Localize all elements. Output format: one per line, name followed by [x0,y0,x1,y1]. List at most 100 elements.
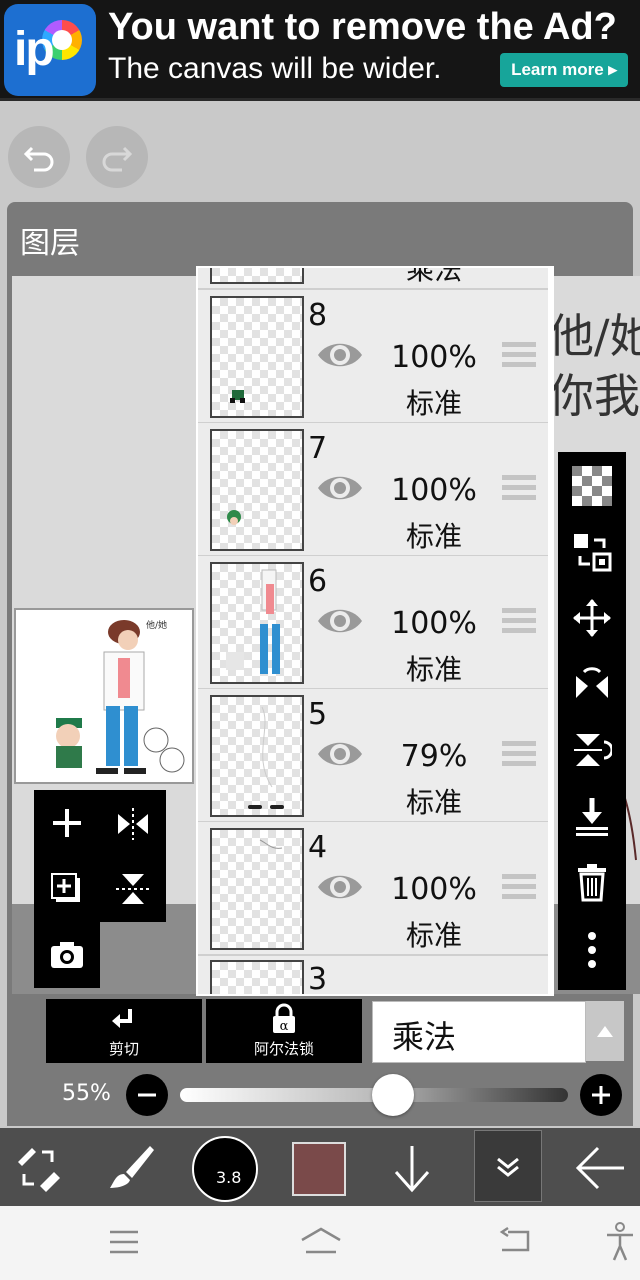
layer-thumbnail [210,828,304,950]
layer-row-partial-top[interactable]: 乘法 [198,268,548,290]
layer-row[interactable]: 8 100% 标准 [198,290,548,424]
layer-opacity: 100% [391,340,477,375]
alpha-lock-label: 阿尔法锁 [253,1040,314,1058]
flip-horizontal-button[interactable] [100,790,166,856]
merge-down-button[interactable] [558,782,626,848]
layer-row[interactable]: 6 100% 标准 [198,556,548,690]
layer-thumbnail [210,268,304,284]
pen-eraser-switch-icon [18,1148,60,1192]
eye-icon [318,742,362,766]
camera-button[interactable] [34,922,100,988]
lock-icon: α [273,1003,295,1034]
drag-handle[interactable] [502,342,536,372]
drag-handle[interactable] [502,874,536,904]
visibility-toggle[interactable] [316,870,364,908]
clipping-label: 剪切 [108,1040,139,1058]
layer-thumbnail [210,296,304,418]
layer-number: 3 [308,962,328,996]
blend-mode-dropdown-button[interactable] [586,1001,624,1061]
layer-row[interactable]: 4 100% 标准 [198,822,548,956]
layer-thumbnail [210,562,304,684]
blend-mode-value: 乘法 [392,1018,457,1056]
tool-switch-button[interactable] [12,1142,64,1198]
triangle-up-icon [597,1026,613,1037]
eye-icon [318,609,362,633]
ibispaint-logo-icon[interactable]: ip [4,4,96,96]
layer-opacity: 100% [391,473,477,508]
accessibility-icon [607,1222,633,1261]
menu-nav-button[interactable] [108,1228,140,1260]
layer-opacity: 79% [400,739,468,774]
layer-blend-mode: 标准 [405,520,462,553]
layer-thumbnail [210,960,304,994]
swap-layers-button[interactable] [558,518,626,584]
flip-horizontal-layer-button[interactable] [558,650,626,716]
undo-button[interactable] [8,126,70,188]
menu-icon [110,1230,138,1254]
eye-icon [318,875,362,899]
panel-title: 图层 [20,226,80,261]
return-icon [499,1226,530,1252]
alpha-lock-button[interactable]: α 阿尔法锁 [206,999,362,1063]
visibility-toggle[interactable] [316,737,364,775]
move-icon [573,599,611,637]
delete-layer-button[interactable] [558,848,626,914]
layer-thumbnail [210,429,304,551]
plus-icon [592,1086,610,1104]
layer-thumbnail-art [230,390,245,403]
accessibility-button[interactable] [604,1222,636,1266]
flip-vertical-layer-button[interactable] [558,716,626,782]
layer-down-button[interactable] [390,1142,434,1198]
eye-icon [318,343,362,367]
visibility-toggle[interactable] [316,471,364,509]
clipping-button[interactable]: 剪切 [46,999,202,1063]
add-layer-button[interactable] [34,790,100,856]
layer-row-partial-bottom[interactable]: 3 [198,954,548,996]
home-icon [301,1227,341,1254]
transparency-button[interactable] [558,452,626,518]
visibility-toggle[interactable] [316,338,364,376]
collapse-panel-button[interactable] [474,1130,542,1202]
brush-size-value: 3.8 [216,1168,242,1187]
svg-text:α: α [280,1019,289,1034]
opacity-decrease-button[interactable] [126,1074,168,1116]
checkerboard-icon [572,466,612,506]
flip-vertical-icon [574,734,612,766]
move-button[interactable] [558,584,626,650]
layer-opacity: 100% [391,606,477,641]
layer-list[interactable]: 乘法 3 8 100% 标准 7 100% 标准 6 100% 标准 5 79% 标准 4 100% 标准 [196,266,554,996]
canvas-thumbnail[interactable]: 他/她 [14,608,194,784]
layer-blend-mode: 标准 [405,786,462,819]
drag-handle[interactable] [502,475,536,505]
canvas-handwriting: 他/她 你我 [548,309,640,423]
back-button[interactable] [574,1144,626,1196]
visibility-toggle[interactable] [316,604,364,642]
opacity-increase-button[interactable] [580,1074,622,1116]
color-swatch[interactable] [292,1142,346,1196]
more-options-button[interactable] [558,914,626,980]
layer-row[interactable]: 7 100% 标准 [198,423,548,557]
redo-button[interactable] [86,126,148,188]
brush-button[interactable] [104,1142,156,1198]
ad-title: You want to remove the Ad? [108,6,617,48]
layer-opacity: 100% [391,872,477,907]
layer-blend-mode: 标准 [405,653,462,686]
drag-handle[interactable] [502,741,536,771]
drag-handle[interactable] [502,608,536,638]
eye-icon [318,476,362,500]
layer-number: 5 [308,697,328,732]
thumbnail-drawing: 他/她 [56,619,185,774]
redo-icon [102,146,133,172]
merge-down-icon [576,798,608,836]
back-nav-button[interactable] [498,1226,532,1260]
layer-blend-mode: 标准 [405,919,462,952]
opacity-value: 55% [62,1081,111,1106]
layer-row[interactable]: 5 79% 标准 [198,689,548,823]
duplicate-layer-button[interactable] [34,856,100,922]
layer-thumbnail-art [259,839,283,849]
learn-more-button[interactable]: Learn more ▸ [500,53,628,87]
swap-icon [574,534,612,572]
more-vertical-icon [588,932,596,968]
flip-vertical-button[interactable] [100,856,166,922]
home-nav-button[interactable] [298,1226,344,1260]
